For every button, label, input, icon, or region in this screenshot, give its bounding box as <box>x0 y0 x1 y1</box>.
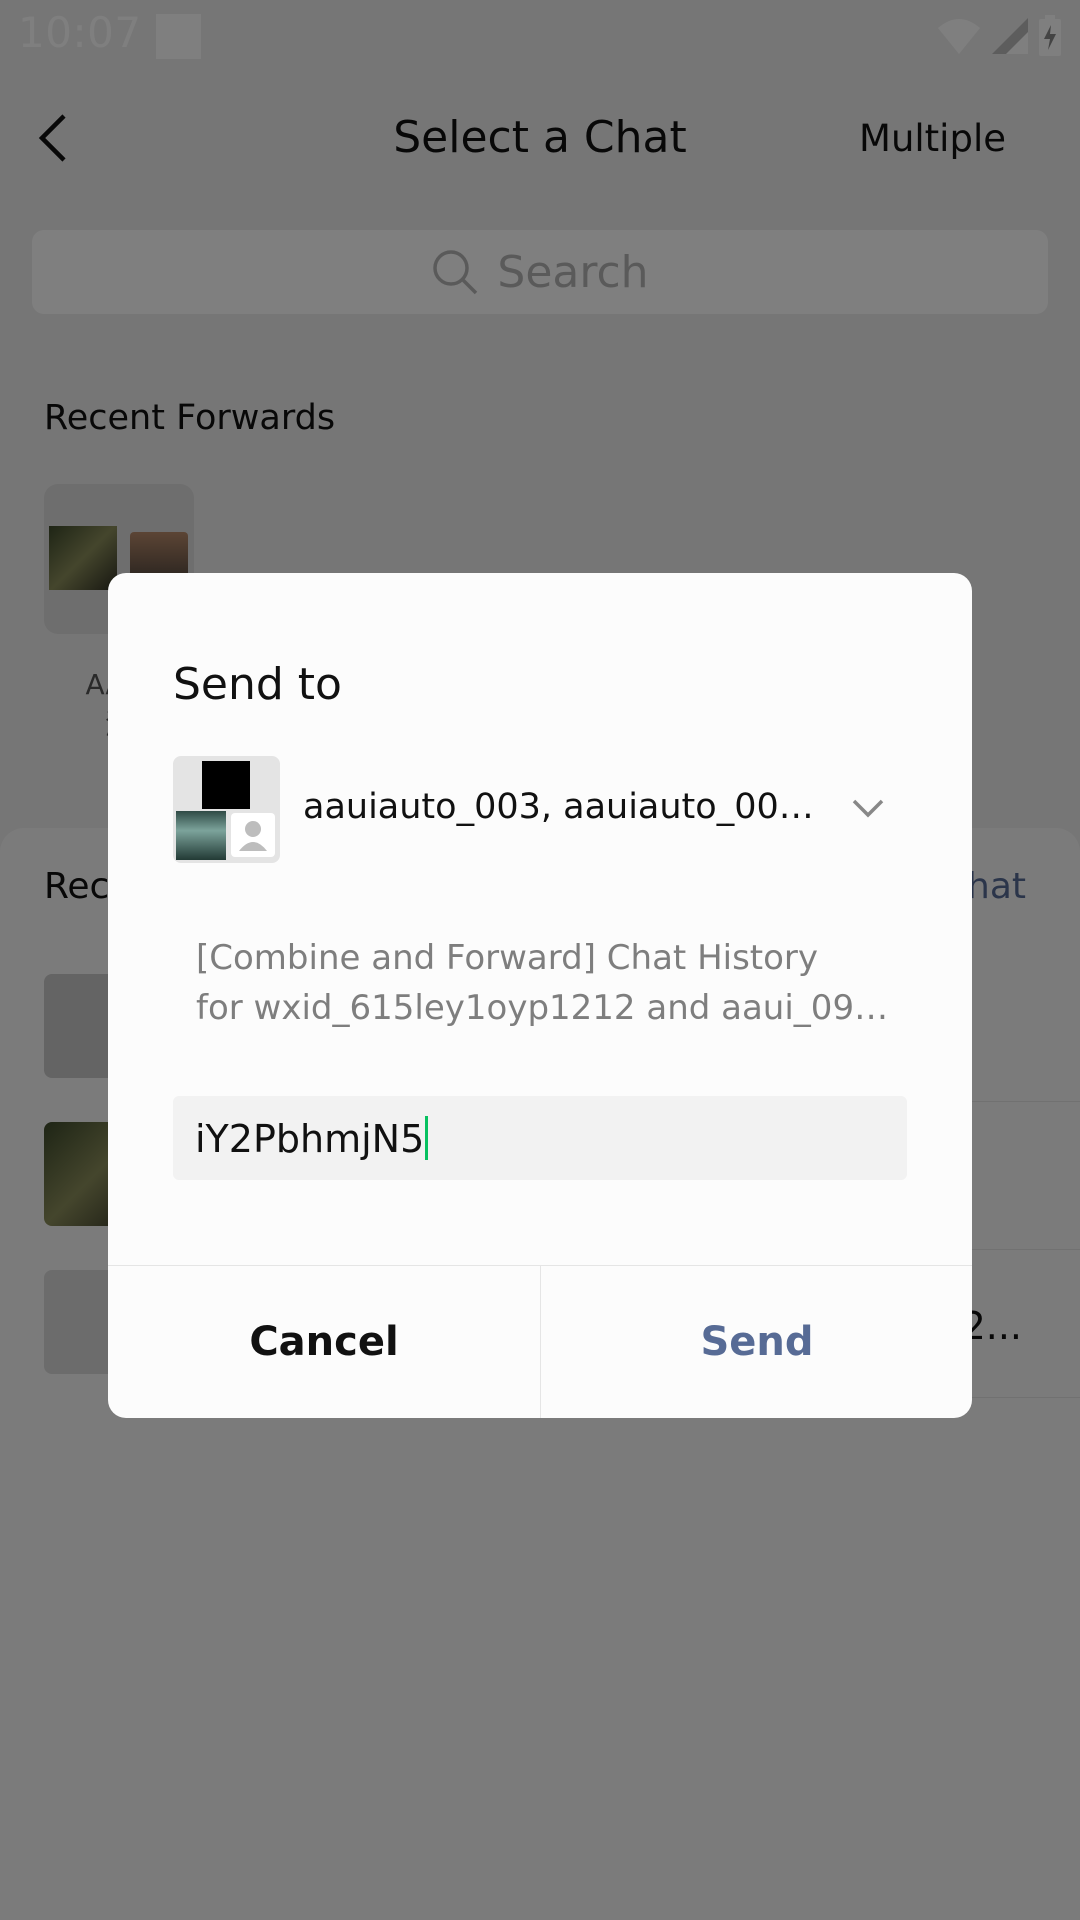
message-preview-line2: for wxid_615ley1oyp1212 and aaui_099... <box>196 988 896 1028</box>
text-caret <box>425 1116 429 1160</box>
avatar <box>176 811 226 860</box>
person-icon <box>239 821 267 851</box>
send-to-dialog: Send to aauiauto_003, aauiauto_001, ... … <box>108 573 972 1418</box>
expand-recipients-button[interactable] <box>848 795 888 823</box>
avatar <box>202 761 250 809</box>
message-input[interactable]: iY2PbhmjN5 <box>173 1096 907 1180</box>
message-input-text: iY2PbhmjN5 <box>195 1117 425 1161</box>
avatar <box>231 813 275 857</box>
message-preview: [Combine and Forward] Chat History for w… <box>196 933 896 1033</box>
chevron-down-icon <box>852 799 884 818</box>
message-input-value: iY2PbhmjN5 <box>195 1116 429 1161</box>
recipient-avatar <box>173 756 280 863</box>
message-preview-line1: [Combine and Forward] Chat History <box>196 938 819 978</box>
send-button[interactable]: Send <box>541 1266 972 1418</box>
recipient-names: aauiauto_003, aauiauto_001, ... <box>303 787 823 827</box>
cancel-button[interactable]: Cancel <box>108 1266 540 1418</box>
dialog-title: Send to <box>173 659 342 710</box>
